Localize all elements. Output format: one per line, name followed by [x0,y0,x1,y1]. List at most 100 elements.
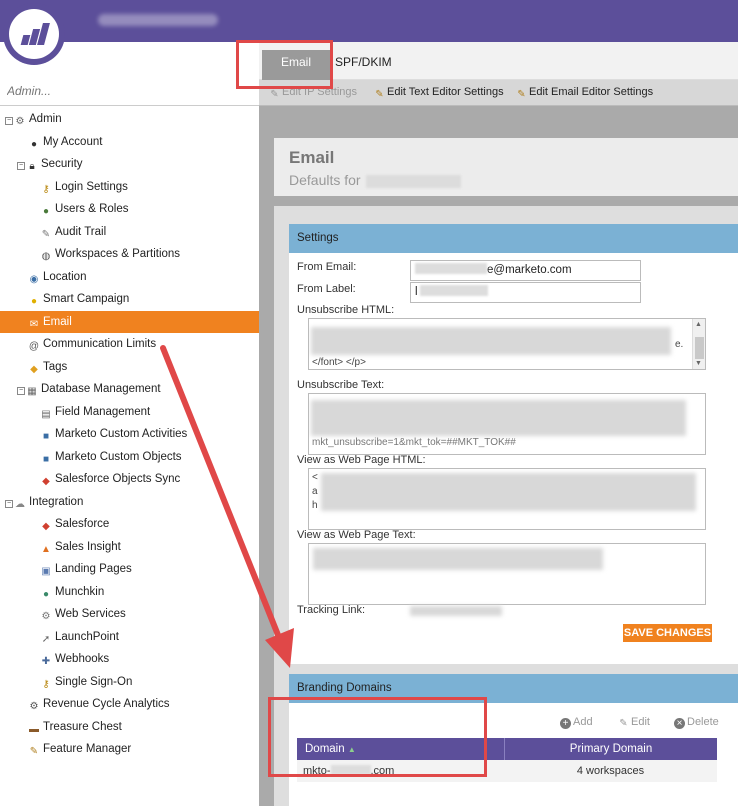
unsubscribe-text-field[interactable]: mkt_unsubscribe=1&mkt_tok=##MKT_TOK## [308,393,706,455]
from-label-label: From Label: [297,283,356,295]
unsubscribe-html-label: Unsubscribe HTML: [297,304,395,316]
cloud-icon: ☁ [15,498,25,510]
redacted-instance [366,175,461,188]
delete-label: Delete [687,716,719,728]
tree-item-salesforce-objects-sync[interactable]: ◆ Salesforce Objects Sync [0,468,259,491]
redacted-tracking-link [410,606,502,616]
tree-item-sales-insight[interactable]: ▲ Sales Insight [0,536,259,559]
tree-item-admin[interactable]: − ⚙ Admin [0,108,259,131]
tree-item-label: Users & Roles [55,203,129,215]
collapse-toggle-icon[interactable]: − [5,499,13,508]
tree-item-single-sign-on[interactable]: ⚷ Single Sign-On [0,671,259,694]
audit-icon: ✎ [41,228,51,240]
from-label-field[interactable]: l [410,282,641,303]
tab-spf-dkim[interactable]: SPF/DKIM [323,50,404,80]
tree-item-web-services[interactable]: ⚙ Web Services [0,603,259,626]
at-sign-icon: @ [28,341,40,352]
tree-item-label: Database Management [41,383,161,395]
tree-item-custom-activities[interactable]: ■ Marketo Custom Activities [0,423,259,446]
tab-email[interactable]: Email [262,50,330,80]
delete-domain-button[interactable]: × Delete [674,716,719,729]
tree-item-field-management[interactable]: ▤ Field Management [0,401,259,424]
admin-search [0,78,259,106]
collapse-toggle-icon[interactable]: − [5,117,13,125]
domain-prefix: mkto- [303,765,331,777]
unsubscribe-html-field[interactable]: </font> </p> e. ▲ ▼ [308,318,706,370]
column-header-primary-domain[interactable]: Primary Domain [504,738,717,760]
view-web-page-text-field[interactable] [308,543,706,605]
top-bar [0,0,738,42]
tree-item-custom-objects[interactable]: ■ Marketo Custom Objects [0,446,259,469]
tree-item-munchkin[interactable]: ● Munchkin [0,581,259,604]
add-domain-button[interactable]: + Add [560,716,593,729]
edit-ip-settings-label: Edit IP Settings [282,86,358,98]
tree-item-communication-limits[interactable]: @ Communication Limits [0,333,259,356]
tree-item-launchpoint[interactable]: ➚ LaunchPoint [0,626,259,649]
column-header-domain[interactable]: Domain ▲ [305,738,356,761]
tree-item-workspaces[interactable]: ◍ Workspaces & Partitions [0,243,259,266]
redacted-content [311,327,671,355]
tree-item-landing-pages[interactable]: ▣ Landing Pages [0,558,259,581]
web-services-icon: ⚙ [41,611,51,622]
tree-item-label: Webhooks [55,653,110,665]
tree-item-label: Landing Pages [55,563,132,575]
tree-item-login-settings[interactable]: ⚷ Login Settings [0,176,259,199]
tree-item-label: Treasure Chest [43,720,122,733]
munchkin-icon: ● [42,588,50,600]
scroll-up-icon[interactable]: ▲ [695,321,702,328]
collapse-toggle-icon[interactable]: − [17,387,25,395]
edit-email-editor-settings-button[interactable]: ✎ Edit Email Editor Settings [516,86,653,100]
edit-email-editor-settings-label: Edit Email Editor Settings [529,86,654,98]
tree-item-label: Admin [29,113,62,125]
tree-item-salesforce[interactable]: ◆ Salesforce [0,513,259,536]
from-email-field[interactable]: e@marketo.com [410,260,641,281]
tree-item-smart-campaign[interactable]: ● Smart Campaign [0,288,259,311]
unsubscribe-html-scrollbar[interactable]: ▲ ▼ [692,319,705,369]
unsubscribe-html-tail: e. [675,339,684,350]
tree-item-email[interactable]: ✉ Email [0,310,259,333]
edit-icon: ✎ [375,89,384,100]
collapse-toggle-icon[interactable]: − [17,162,25,170]
tree-item-label: Tags [43,360,68,373]
wrench-icon: ✎ [29,746,39,757]
tree-item-label: Security [41,158,83,170]
tab-bar: Email SPF/DKIM [259,42,738,80]
admin-sidebar: −⚙Admin ●My Account −🔒︎Security ⚷Login S… [0,42,259,806]
delete-icon: × [674,718,685,729]
tree-item-users-roles[interactable]: ● Users & Roles [0,198,259,221]
tree-item-revenue-cycle-analytics[interactable]: ⚙ Revenue Cycle Analytics [0,693,259,716]
tree-item-label: Salesforce Objects Sync [55,473,181,485]
scroll-down-icon[interactable]: ▼ [695,360,702,367]
salesforce-icon: ◆ [42,521,50,532]
edit-ip-settings-button[interactable]: ✎ Edit IP Settings [269,86,357,100]
users-icon: ● [42,206,50,217]
tree-item-security[interactable]: − 🔒︎ Security [0,153,259,176]
scroll-thumb[interactable] [695,337,704,359]
from-label-value: l [415,286,418,298]
redacted-content [321,473,696,511]
marketo-logo[interactable] [3,3,65,65]
branding-domains-panel: Branding Domains + Add ✎ Edit × Delete Doma… [289,674,738,806]
unsubscribe-html-snippet: </font> </p> [312,357,366,368]
tree-item-label: Single Sign-On [55,675,133,688]
tree-item-label: Munchkin [55,585,105,598]
view-web-page-html-field[interactable]: < a h [308,468,706,530]
page-title: Email [289,148,335,167]
column-header-domain-label: Domain [305,743,345,755]
tree-item-audit-trail[interactable]: ✎ Audit Trail [0,221,259,244]
tree-item-label: Login Settings [55,180,128,193]
edit-domain-button[interactable]: ✎ Edit [618,716,650,729]
table-row[interactable]: mkto- .com 4 workspaces [297,760,717,782]
tree-item-integration[interactable]: − ☁ Integration [0,491,259,514]
tree-item-webhooks[interactable]: ✚ Webhooks [0,648,259,671]
salesforce-sync-icon: ◆ [42,476,50,487]
tree-item-feature-manager[interactable]: ✎ Feature Manager [0,738,259,761]
save-changes-button[interactable]: SAVE CHANGES [623,624,712,642]
tree-item-database-management[interactable]: − ▦ Database Management [0,378,259,401]
edit-text-editor-settings-button[interactable]: ✎ Edit Text Editor Settings [374,86,503,100]
tree-item-my-account[interactable]: ● My Account [0,131,259,154]
tree-item-tags[interactable]: ◆ Tags [0,356,259,379]
admin-search-input[interactable] [7,84,247,98]
tree-item-treasure-chest[interactable]: ▬ Treasure Chest [0,716,259,739]
tree-item-location[interactable]: ◉ Location [0,266,259,289]
